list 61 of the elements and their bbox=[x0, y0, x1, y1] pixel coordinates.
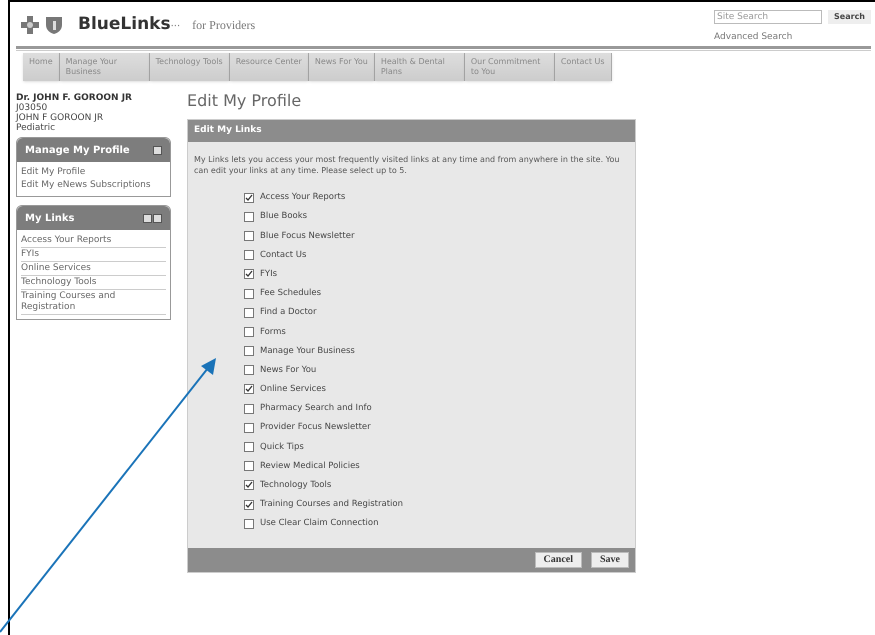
option-label: Manage Your Business bbox=[260, 344, 355, 358]
option-label: Review Medical Policies bbox=[260, 460, 360, 473]
checkbox[interactable] bbox=[244, 384, 254, 394]
option-label: News For You bbox=[260, 364, 316, 377]
sidebar-link[interactable]: FYIs bbox=[21, 248, 166, 262]
checkbox[interactable] bbox=[244, 404, 254, 414]
option-label: Forms bbox=[260, 326, 286, 338]
option-label: Blue Books bbox=[260, 210, 308, 224]
user-id: J03050 bbox=[16, 103, 48, 113]
checkbox[interactable] bbox=[244, 442, 254, 452]
option-label: Blue Focus Newsletter bbox=[260, 230, 354, 242]
box-title: Manage My Profile bbox=[25, 144, 130, 158]
option-label: FYIs bbox=[260, 268, 278, 281]
checkbox[interactable] bbox=[244, 518, 254, 529]
brand-tagline: for Providers bbox=[192, 16, 256, 34]
checkbox[interactable] bbox=[244, 212, 254, 222]
user-name: Dr. JOHN F. GOROON JR bbox=[16, 93, 133, 103]
user-full-name: JOHN F GOROON JR bbox=[16, 113, 104, 123]
checkbox[interactable] bbox=[244, 461, 254, 472]
advanced-search-link[interactable]: Advanced Search bbox=[714, 31, 871, 44]
checkbox[interactable] bbox=[244, 192, 254, 203]
checkbox[interactable] bbox=[244, 422, 254, 433]
minimize-icon[interactable] bbox=[153, 146, 162, 154]
option-label: Quick Tips bbox=[260, 440, 304, 454]
checkbox[interactable] bbox=[244, 500, 254, 510]
box-title: My Links bbox=[25, 212, 74, 226]
checkbox[interactable] bbox=[244, 230, 254, 241]
page-title: Edit My Profile bbox=[187, 90, 302, 112]
option-label: Online Services bbox=[260, 383, 326, 396]
save-button[interactable]: Save bbox=[591, 552, 629, 568]
checkbox[interactable] bbox=[244, 480, 254, 490]
panel-title: Edit My Links bbox=[194, 124, 262, 138]
cancel-button[interactable]: Cancel bbox=[534, 552, 582, 568]
panel-intro: My Links lets you access your most frequently visited links at any time and from anywhere in the site. You can edit your links at any time. Please select up to 5. bbox=[193, 154, 620, 177]
sidebar-link[interactable]: Training Courses and Registration bbox=[21, 290, 166, 315]
user-specialty: Pediatric bbox=[16, 123, 56, 133]
option-label: Access Your Reports bbox=[260, 191, 346, 204]
checkbox[interactable] bbox=[244, 308, 254, 318]
sidebar-link[interactable]: Online Services bbox=[21, 262, 166, 276]
sidebar-link[interactable]: Technology Tools bbox=[21, 276, 166, 290]
checkbox[interactable] bbox=[244, 288, 254, 299]
sidebar-link[interactable]: Access Your Reports bbox=[21, 234, 166, 248]
option-label: Use Clear Claim Connection bbox=[260, 517, 378, 530]
checkbox[interactable] bbox=[244, 326, 254, 337]
option-label: Fee Schedules bbox=[260, 287, 322, 300]
checkbox[interactable] bbox=[244, 269, 254, 280]
option-label: Provider Focus Newsletter bbox=[260, 421, 371, 434]
site-search-field[interactable]: Site Search bbox=[714, 10, 822, 24]
option-label: Technology Tools bbox=[260, 479, 332, 492]
option-label: Find a Doctor bbox=[260, 306, 316, 320]
sidebar-link[interactable]: Edit My eNews Subscriptions bbox=[21, 179, 166, 192]
option-label: Contact Us bbox=[260, 248, 306, 262]
option-label: Training Courses and Registration bbox=[260, 498, 403, 511]
search-button[interactable]: Search bbox=[828, 10, 871, 24]
option-label: Pharmacy Search and Info bbox=[260, 402, 372, 416]
checkbox[interactable] bbox=[244, 346, 254, 356]
checkbox[interactable] bbox=[244, 365, 254, 376]
brand-name: BlueLinks··· bbox=[78, 13, 180, 36]
minimize-icon[interactable] bbox=[143, 214, 152, 222]
checkbox[interactable] bbox=[244, 250, 254, 260]
sidebar-link[interactable]: Edit My Profile bbox=[21, 166, 166, 179]
